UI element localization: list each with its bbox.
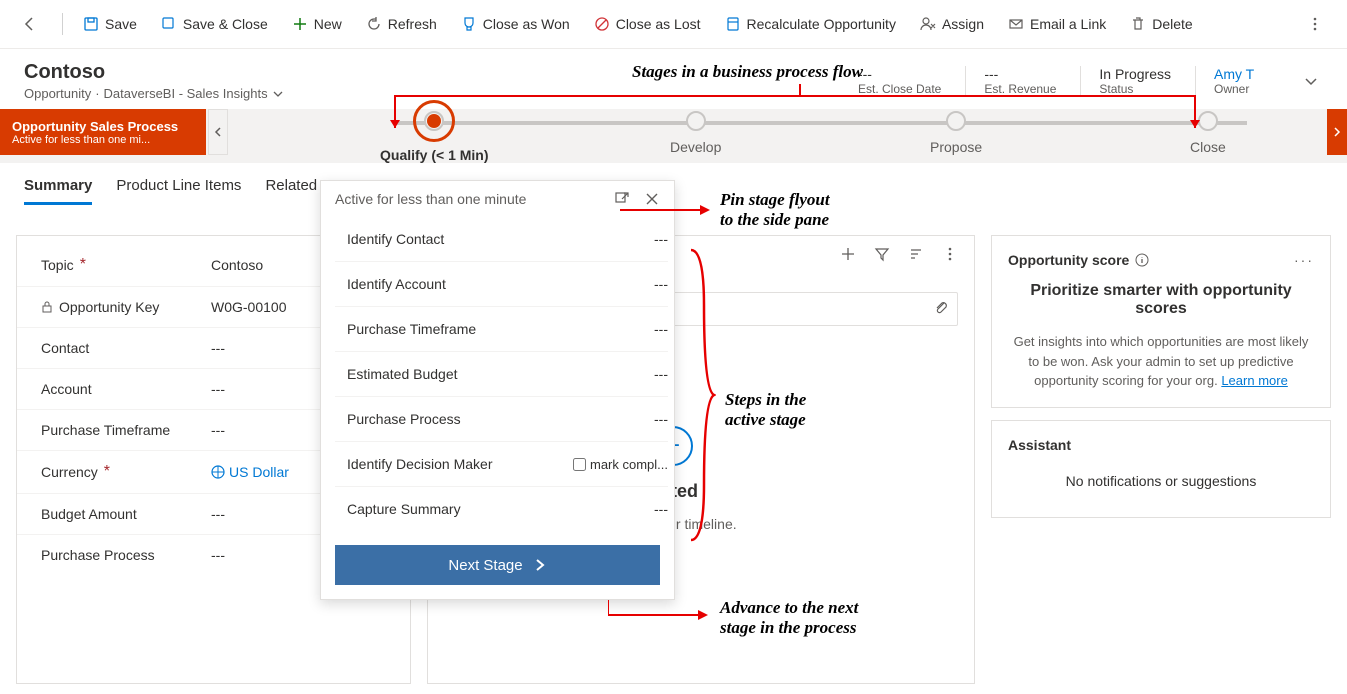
stage-flyout: Active for less than one minute Identify… <box>320 180 675 600</box>
close-lost-button[interactable]: Close as Lost <box>584 10 711 38</box>
save-close-label: Save & Close <box>183 16 268 32</box>
step-purchase-process[interactable]: Purchase Process --- <box>335 397 668 442</box>
bpf-stage-qualify[interactable]: Qualify (< 1 Min) <box>380 111 489 163</box>
timeline-filter-button[interactable] <box>874 246 890 262</box>
timeline-toolbar <box>840 246 958 262</box>
email-icon <box>1008 16 1024 32</box>
owner-field: Amy T Owner <box>1195 66 1275 96</box>
new-button[interactable]: New <box>282 10 352 38</box>
flyout-body: Identify Contact --- Identify Account --… <box>321 217 674 531</box>
refresh-button[interactable]: Refresh <box>356 10 447 38</box>
entity-label: Opportunity <box>24 86 91 101</box>
info-icon[interactable] <box>1135 253 1149 267</box>
save-close-icon <box>161 16 177 32</box>
refresh-icon <box>366 16 382 32</box>
timeline-sort-button[interactable] <box>908 246 924 262</box>
flyout-close-button[interactable] <box>644 191 660 207</box>
close-won-button[interactable]: Close as Won <box>451 10 580 38</box>
save-close-button[interactable]: Save & Close <box>151 10 278 38</box>
page-title: Contoso <box>24 61 284 84</box>
assign-icon <box>920 16 936 32</box>
back-button[interactable] <box>16 10 44 38</box>
tab-related[interactable]: Related <box>265 177 317 205</box>
command-bar: Save Save & Close New Refresh Close as W… <box>0 0 1347 49</box>
learn-more-link[interactable]: Learn more <box>1221 373 1287 388</box>
prohibit-icon <box>594 16 610 32</box>
est-close-date-field: --- Est. Close Date <box>858 66 941 96</box>
delete-label: Delete <box>1152 16 1192 32</box>
view-name[interactable]: DataverseBI - Sales Insights <box>104 86 268 101</box>
new-label: New <box>314 16 342 32</box>
bpf-scroll-right-button[interactable] <box>1327 109 1347 155</box>
plus-icon <box>292 16 308 32</box>
recalculate-label: Recalculate Opportunity <box>747 16 896 32</box>
bpf-process-badge[interactable]: Opportunity Sales Process Active for les… <box>0 109 206 155</box>
close-won-label: Close as Won <box>483 16 570 32</box>
bpf-stage-develop[interactable]: Develop <box>670 111 721 155</box>
flyout-dock-button[interactable] <box>614 191 630 207</box>
recalculate-button[interactable]: Recalculate Opportunity <box>715 10 906 38</box>
header-expand-button[interactable] <box>1299 69 1323 93</box>
trash-icon <box>1130 16 1146 32</box>
opportunity-score-card: Opportunity score ··· Prioritize smarter… <box>991 235 1331 408</box>
opportunity-score-heading: Prioritize smarter with opportunity scor… <box>1008 282 1314 318</box>
assistant-title: Assistant <box>1008 437 1314 453</box>
assign-button[interactable]: Assign <box>910 10 994 38</box>
tab-product-line-items[interactable]: Product Line Items <box>116 177 241 205</box>
flyout-header-text: Active for less than one minute <box>335 191 526 207</box>
close-lost-label: Close as Lost <box>616 16 701 32</box>
email-link-button[interactable]: Email a Link <box>998 10 1116 38</box>
step-identify-decision-maker[interactable]: Identify Decision Maker mark compl... <box>335 442 668 487</box>
timeline-add-button[interactable] <box>840 246 856 262</box>
status-field: In Progress Status <box>1080 66 1171 96</box>
save-label: Save <box>105 16 137 32</box>
assign-label: Assign <box>942 16 984 32</box>
bpf-stage-propose[interactable]: Propose <box>930 111 982 155</box>
timeline-more-button[interactable] <box>942 246 958 262</box>
lock-icon <box>41 301 53 313</box>
bpf-stage-close[interactable]: Close <box>1190 111 1226 155</box>
chevron-down-icon[interactable] <box>272 88 284 100</box>
card-more-button[interactable]: ··· <box>1294 252 1314 268</box>
delete-button[interactable]: Delete <box>1120 10 1202 38</box>
step-capture-summary[interactable]: Capture Summary --- <box>335 487 668 531</box>
next-stage-button[interactable]: Next Stage <box>335 545 660 585</box>
more-commands-button[interactable] <box>1299 8 1331 40</box>
mark-complete-checkbox[interactable] <box>573 458 586 471</box>
step-purchase-timeframe[interactable]: Purchase Timeframe --- <box>335 307 668 352</box>
step-identify-contact[interactable]: Identify Contact --- <box>335 217 668 262</box>
currency-icon <box>211 465 225 479</box>
record-header: Contoso Opportunity · DataverseBI - Sale… <box>0 49 1347 109</box>
assistant-empty-message: No notifications or suggestions <box>1008 461 1314 501</box>
bpf-scroll-left-button[interactable] <box>208 109 228 155</box>
assistant-card: Assistant No notifications or suggestion… <box>991 420 1331 518</box>
step-estimated-budget[interactable]: Estimated Budget --- <box>335 352 668 397</box>
side-cards-column: Opportunity score ··· Prioritize smarter… <box>991 235 1331 684</box>
calculator-icon <box>725 16 741 32</box>
bpf-stages-container: Qualify (< 1 Min) Develop Propose Close <box>325 109 1327 163</box>
separator <box>62 13 63 35</box>
save-button[interactable]: Save <box>73 10 147 38</box>
attachment-icon[interactable] <box>933 299 949 315</box>
est-revenue-field: --- Est. Revenue <box>965 66 1056 96</box>
trophy-icon <box>461 16 477 32</box>
step-identify-account[interactable]: Identify Account --- <box>335 262 668 307</box>
refresh-label: Refresh <box>388 16 437 32</box>
tab-summary[interactable]: Summary <box>24 177 92 205</box>
save-icon <box>83 16 99 32</box>
email-link-label: Email a Link <box>1030 16 1106 32</box>
business-process-flow-bar: Opportunity Sales Process Active for les… <box>0 109 1347 163</box>
